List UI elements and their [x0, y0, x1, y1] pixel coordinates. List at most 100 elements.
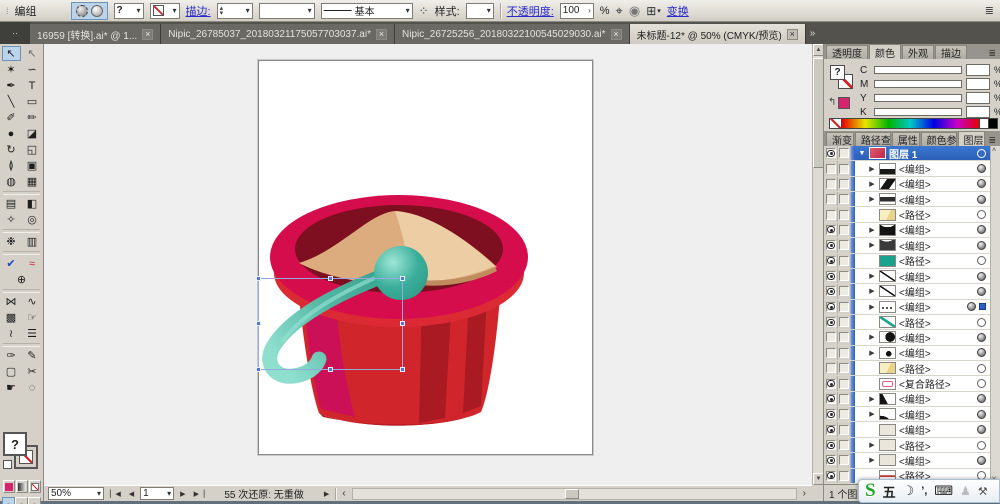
- target-icon[interactable]: [977, 440, 986, 450]
- layer-object-row[interactable]: ▶ <编组>: [824, 238, 1000, 254]
- target-icon[interactable]: [977, 363, 986, 373]
- layer-name[interactable]: 图层 1: [889, 146, 917, 161]
- visibility-toggle[interactable]: [824, 268, 838, 284]
- visibility-toggle[interactable]: [824, 284, 838, 299]
- panel-tab-图层[interactable]: 图层: [957, 131, 986, 146]
- layer-thumbnail[interactable]: [879, 270, 896, 283]
- layer-thumbnail[interactable]: [879, 162, 896, 175]
- lock-toggle[interactable]: [838, 253, 851, 268]
- last-color-swatch[interactable]: [838, 97, 850, 109]
- visibility-toggle[interactable]: [824, 314, 838, 330]
- scale-tool[interactable]: ◱: [23, 142, 42, 157]
- width-tool[interactable]: ≬: [2, 158, 21, 173]
- lock-toggle[interactable]: [838, 238, 851, 253]
- lock-toggle[interactable]: [838, 376, 851, 391]
- selection-bounding-box[interactable]: [256, 276, 405, 372]
- visibility-toggle[interactable]: [824, 176, 838, 192]
- selection-handle[interactable]: [256, 367, 261, 372]
- layer-name[interactable]: <路径>: [899, 207, 931, 222]
- panel-tab-透明度[interactable]: 透明度: [826, 45, 868, 59]
- channel-slider[interactable]: [874, 108, 962, 116]
- panel-tab-外观[interactable]: 外观: [902, 45, 934, 59]
- ime-logo-icon[interactable]: S: [865, 480, 876, 502]
- warp-tool[interactable]: ≈: [23, 256, 42, 271]
- layer-thumbnail[interactable]: [879, 439, 896, 451]
- document-tab-4[interactable]: 未标题-12* @ 50% (CMYK/预览) ×: [629, 24, 806, 44]
- target-icon[interactable]: [977, 179, 986, 189]
- layer-object-row[interactable]: ▶ <编组>: [824, 161, 1000, 177]
- layer-name[interactable]: <路径>: [899, 361, 931, 376]
- channel-value-input[interactable]: [966, 78, 990, 90]
- canvas-horizontal-scrollbar[interactable]: [351, 487, 797, 500]
- layer-thumbnail[interactable]: [879, 377, 896, 390]
- visibility-toggle[interactable]: [824, 161, 838, 176]
- layer-thumbnail[interactable]: [879, 408, 896, 421]
- status-flyout-icon[interactable]: ▶: [322, 490, 331, 498]
- edit-clipping-path-button[interactable]: [75, 4, 88, 17]
- lock-toggle[interactable]: [838, 468, 851, 483]
- close-icon[interactable]: ×: [142, 28, 154, 40]
- gradient-button[interactable]: [16, 480, 28, 493]
- target-icon[interactable]: [967, 302, 976, 312]
- layer-object-row[interactable]: ▶ <编组>: [824, 345, 1000, 362]
- layer-name[interactable]: <编组>: [899, 330, 931, 345]
- visibility-toggle[interactable]: [824, 345, 838, 361]
- layer-name[interactable]: <编组>: [899, 222, 931, 237]
- layer-thumbnail[interactable]: [879, 177, 896, 190]
- scroll-left-button[interactable]: ‹: [340, 488, 347, 499]
- last-page-button[interactable]: ▶▕: [192, 490, 207, 498]
- width-profile-dropdown[interactable]: ▾: [258, 2, 315, 19]
- layer-object-row[interactable]: <路径>: [824, 253, 1000, 269]
- mesh-tool[interactable]: ▤: [2, 196, 21, 211]
- fill-stroke-indicator[interactable]: ?: [3, 432, 41, 476]
- layer-object-row[interactable]: ▶ <编组>: [824, 176, 1000, 193]
- expander-icon[interactable]: ▶: [868, 287, 876, 295]
- style-options-icon[interactable]: ⁘: [419, 4, 429, 18]
- lock-toggle[interactable]: [838, 453, 851, 468]
- visibility-toggle[interactable]: [824, 222, 838, 238]
- envelope-distort-tool[interactable]: ⋈: [2, 294, 21, 309]
- opacity-spinner-icon[interactable]: ›: [585, 6, 591, 15]
- layer-object-row[interactable]: ▶ <编组>: [824, 407, 1000, 423]
- target-icon[interactable]: [977, 455, 986, 465]
- lock-toggle[interactable]: [838, 268, 851, 284]
- visibility-toggle[interactable]: [824, 253, 838, 268]
- default-fill-stroke-icon[interactable]: [3, 460, 12, 469]
- lock-toggle[interactable]: [838, 176, 851, 192]
- panel-tab-描边[interactable]: 描边: [935, 45, 967, 59]
- layer-name[interactable]: <编组>: [899, 176, 931, 191]
- zoom-level-dropdown[interactable]: 50% ▾: [48, 487, 104, 500]
- target-icon[interactable]: [977, 225, 986, 235]
- puppet-tool[interactable]: ☞: [23, 310, 42, 325]
- lock-toggle[interactable]: [838, 207, 851, 222]
- close-icon[interactable]: ×: [786, 28, 798, 40]
- visibility-toggle[interactable]: [824, 453, 838, 468]
- target-icon[interactable]: [977, 394, 986, 404]
- target-icon[interactable]: [977, 256, 986, 266]
- expander-icon[interactable]: ▶: [868, 410, 876, 418]
- draw-normal-button[interactable]: ●: [2, 497, 15, 504]
- shape-builder-tool[interactable]: ◍: [2, 174, 21, 189]
- live-paint-bucket-tool[interactable]: ✑: [2, 348, 21, 363]
- visibility-toggle[interactable]: [824, 437, 838, 453]
- perspective-grid-tool[interactable]: ▦: [23, 174, 42, 189]
- expander-icon[interactable]: ▶: [868, 395, 876, 403]
- lock-toggle[interactable]: [838, 222, 851, 238]
- expander-icon[interactable]: ▶: [868, 441, 876, 449]
- rotate-view-tool[interactable]: ⊕: [12, 272, 31, 287]
- align-dropdown[interactable]: ⊞ ▾: [646, 4, 661, 18]
- lock-toggle[interactable]: [838, 314, 851, 330]
- eraser-tool[interactable]: ◪: [23, 126, 42, 141]
- fill-swatch[interactable]: ?: [3, 432, 27, 456]
- first-page-button[interactable]: ▏◀: [108, 490, 123, 498]
- panel-tab-颜色[interactable]: 颜色: [869, 44, 901, 59]
- layer-object-row[interactable]: ▶ <编组>: [824, 284, 1000, 300]
- artboard-number-dropdown[interactable]: 1 ▾: [140, 487, 175, 500]
- document-tab-1[interactable]: 16959 [转换].ai* @ 1... ×: [30, 24, 162, 44]
- expander-icon[interactable]: ▶: [868, 272, 876, 280]
- color-fill-proxy[interactable]: ?: [830, 65, 845, 80]
- live-paint-selection-tool[interactable]: ✎: [23, 348, 42, 363]
- layer-object-row[interactable]: ▶ <编组>: [824, 299, 1000, 315]
- scroll-right-button[interactable]: ›: [801, 488, 808, 499]
- ime-mode-button[interactable]: 五: [883, 482, 896, 501]
